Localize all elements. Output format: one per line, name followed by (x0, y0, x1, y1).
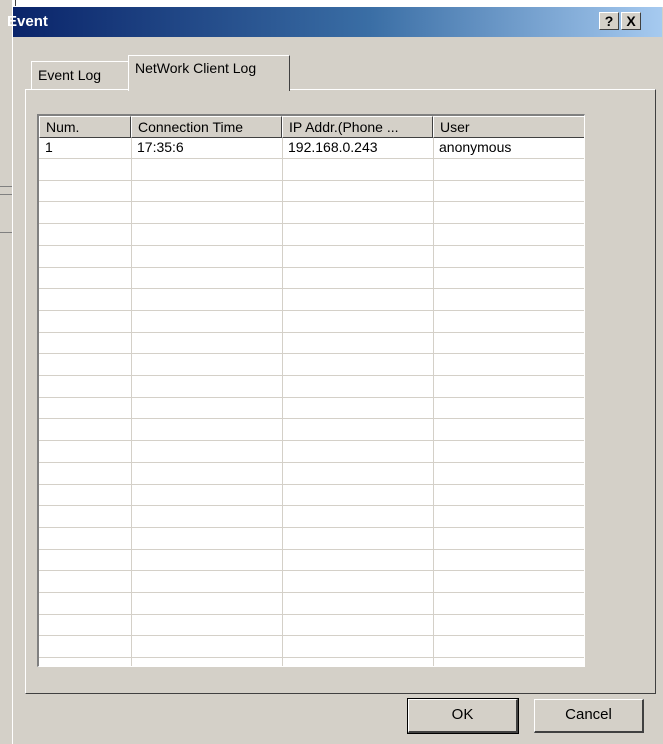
cancel-button[interactable]: Cancel (534, 699, 644, 733)
empty-row (39, 615, 584, 637)
help-button[interactable]: ? (599, 12, 619, 30)
empty-row (39, 290, 584, 311)
empty-row (39, 637, 584, 659)
empty-row (39, 507, 584, 528)
column-header-connection-time[interactable]: Connection Time (131, 116, 282, 138)
empty-row (39, 355, 584, 376)
background-divider (0, 194, 12, 195)
list-header: Num. Connection Time IP Addr.(Phone ... … (39, 116, 584, 138)
empty-row (39, 203, 584, 225)
empty-row (39, 398, 584, 420)
tab-network-client-log[interactable]: NetWork Client Log (128, 55, 290, 91)
cell-user: anonymous (439, 139, 512, 155)
ok-button[interactable]: OK (407, 698, 519, 734)
cell-connection-time: 17:35:6 (137, 139, 184, 155)
column-header-num[interactable]: Num. (39, 116, 131, 138)
column-header-user[interactable]: User (433, 116, 584, 138)
close-icon: X (626, 13, 636, 29)
empty-row (39, 160, 584, 181)
empty-row (39, 659, 584, 666)
cell-num: 1 (45, 139, 53, 155)
tab-event-log[interactable]: Event Log (31, 61, 129, 89)
background-divider (0, 186, 12, 187)
empty-row (39, 312, 584, 333)
empty-row (39, 377, 584, 398)
cell-ip-addr: 192.168.0.243 (288, 139, 378, 155)
empty-row (39, 333, 584, 355)
empty-row (39, 485, 584, 507)
empty-row (39, 594, 584, 615)
close-button[interactable]: X (621, 12, 641, 30)
empty-row (39, 247, 584, 268)
table-row[interactable]: 1 17:35:6 192.168.0.243 anonymous (39, 138, 584, 159)
empty-row (39, 225, 584, 246)
empty-row (39, 464, 584, 485)
network-client-list[interactable]: Num. Connection Time IP Addr.(Phone ... … (37, 114, 585, 667)
background-divider (0, 232, 12, 233)
window-title: Event (7, 13, 48, 30)
event-dialog: Event ? X Event Log NetWork Client Log N… (7, 6, 663, 744)
empty-row (39, 529, 584, 550)
empty-row (39, 442, 584, 463)
title-bar[interactable]: Event ? X (7, 7, 662, 37)
empty-row (39, 550, 584, 572)
empty-row (39, 268, 584, 290)
column-header-ip-addr[interactable]: IP Addr.(Phone ... (282, 116, 433, 138)
empty-row (39, 572, 584, 593)
help-icon: ? (604, 13, 614, 29)
empty-row (39, 420, 584, 442)
background-window-left (0, 0, 12, 744)
empty-row (39, 181, 584, 203)
